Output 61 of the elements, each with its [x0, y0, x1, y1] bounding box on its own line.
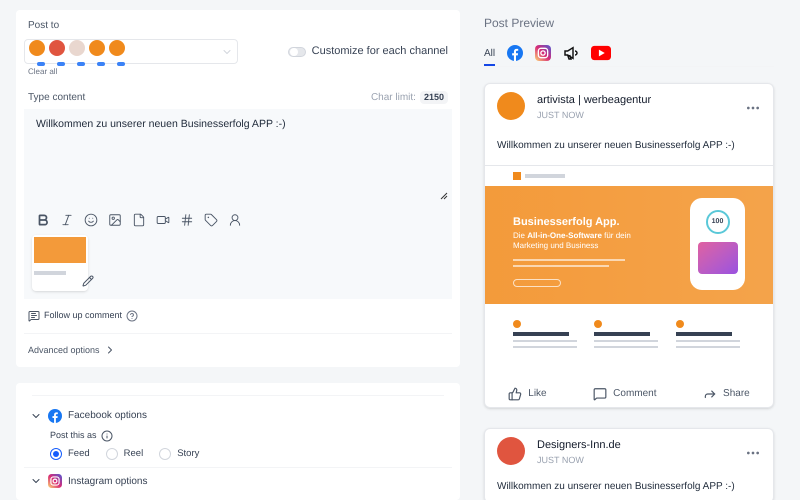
info-icon[interactable]	[100, 430, 113, 442]
post-preview-title: Post Preview	[484, 15, 556, 32]
network-badge	[37, 62, 45, 66]
phone-screen-card	[698, 242, 738, 274]
post-time: JUST NOW	[537, 108, 585, 122]
help-icon[interactable]	[126, 310, 138, 322]
char-limit-badge: 2150	[420, 90, 448, 104]
resize-handle-icon[interactable]	[440, 192, 448, 200]
website-subline: Die All-in-One-Software für dein Marketing und Business	[513, 230, 632, 250]
post-as-label: Post this as	[50, 429, 97, 442]
file-icon[interactable]	[132, 213, 146, 227]
facebook-icon	[48, 408, 62, 422]
youtube-icon	[591, 45, 612, 61]
clear-all-link[interactable]: Clear all	[24, 66, 452, 78]
post-time: JUST NOW	[537, 454, 585, 466]
video-icon[interactable]	[156, 213, 170, 227]
instagram-icon	[48, 474, 62, 488]
instagram-options-header[interactable]: Instagram options	[24, 468, 452, 489]
post-type-radio[interactable]: Feed	[50, 446, 90, 461]
facebook-icon	[507, 45, 524, 61]
logo-icon	[513, 172, 521, 180]
thumbs-up-icon	[508, 386, 522, 400]
website-headline: Businesserfolg App.	[513, 215, 621, 230]
edit-icon[interactable]	[82, 275, 94, 287]
page-name: artivista | werbeagentur	[537, 93, 652, 108]
emoji-icon[interactable]	[84, 213, 98, 227]
instagram-icon	[535, 45, 552, 61]
customize-toggle[interactable]	[288, 46, 306, 56]
post-type-radio[interactable]: Story	[159, 446, 200, 461]
speech-bubble-icon	[593, 386, 608, 400]
post-text: Willkommen zu unserer neuen Businesserfolg APP :-)	[496, 480, 736, 494]
content-text: Willkommen zu unserer neuen Businesserfolg APP :-)	[35, 117, 287, 132]
content-editor[interactable]: Willkommen zu unserer neuen Businesserfolg APP :-)	[24, 109, 452, 299]
facebook-options-header[interactable]: Facebook options	[24, 396, 452, 429]
post-to-label: Post to	[27, 19, 60, 33]
char-limit-label: Char limit:	[370, 91, 416, 105]
post-type-radio[interactable]: Reel	[106, 446, 144, 461]
network-badge	[97, 62, 105, 66]
post-action-button[interactable]: Comment	[593, 386, 657, 401]
customize-label: Customize for each channel	[312, 44, 448, 60]
tag-icon[interactable]	[204, 213, 218, 227]
megaphone-icon	[563, 45, 580, 61]
preview-tab[interactable]: All	[484, 42, 496, 66]
network-badge	[117, 62, 125, 66]
network-badge	[57, 62, 65, 66]
hashtag-icon[interactable]	[180, 213, 194, 227]
italic-icon[interactable]	[60, 213, 74, 227]
follow-up-label[interactable]: Follow up comment	[44, 309, 122, 322]
network-badge	[77, 62, 85, 66]
channel-select[interactable]	[24, 39, 238, 64]
post-action-button[interactable]: Like	[508, 386, 547, 401]
post-action-button[interactable]: Share	[703, 386, 750, 401]
advanced-options-button[interactable]: Advanced options	[24, 334, 452, 367]
image-thumbnail[interactable]	[32, 235, 88, 291]
type-content-label: Type content	[28, 91, 86, 105]
post-text: Willkommen zu unserer neuen Businesserfolg APP :-)	[496, 139, 736, 153]
page-name: Designers-Inn.de	[537, 438, 622, 453]
website-cta-outline	[513, 278, 561, 286]
bold-icon[interactable]	[36, 213, 50, 227]
image-icon[interactable]	[108, 213, 122, 227]
comment-icon	[28, 310, 40, 322]
